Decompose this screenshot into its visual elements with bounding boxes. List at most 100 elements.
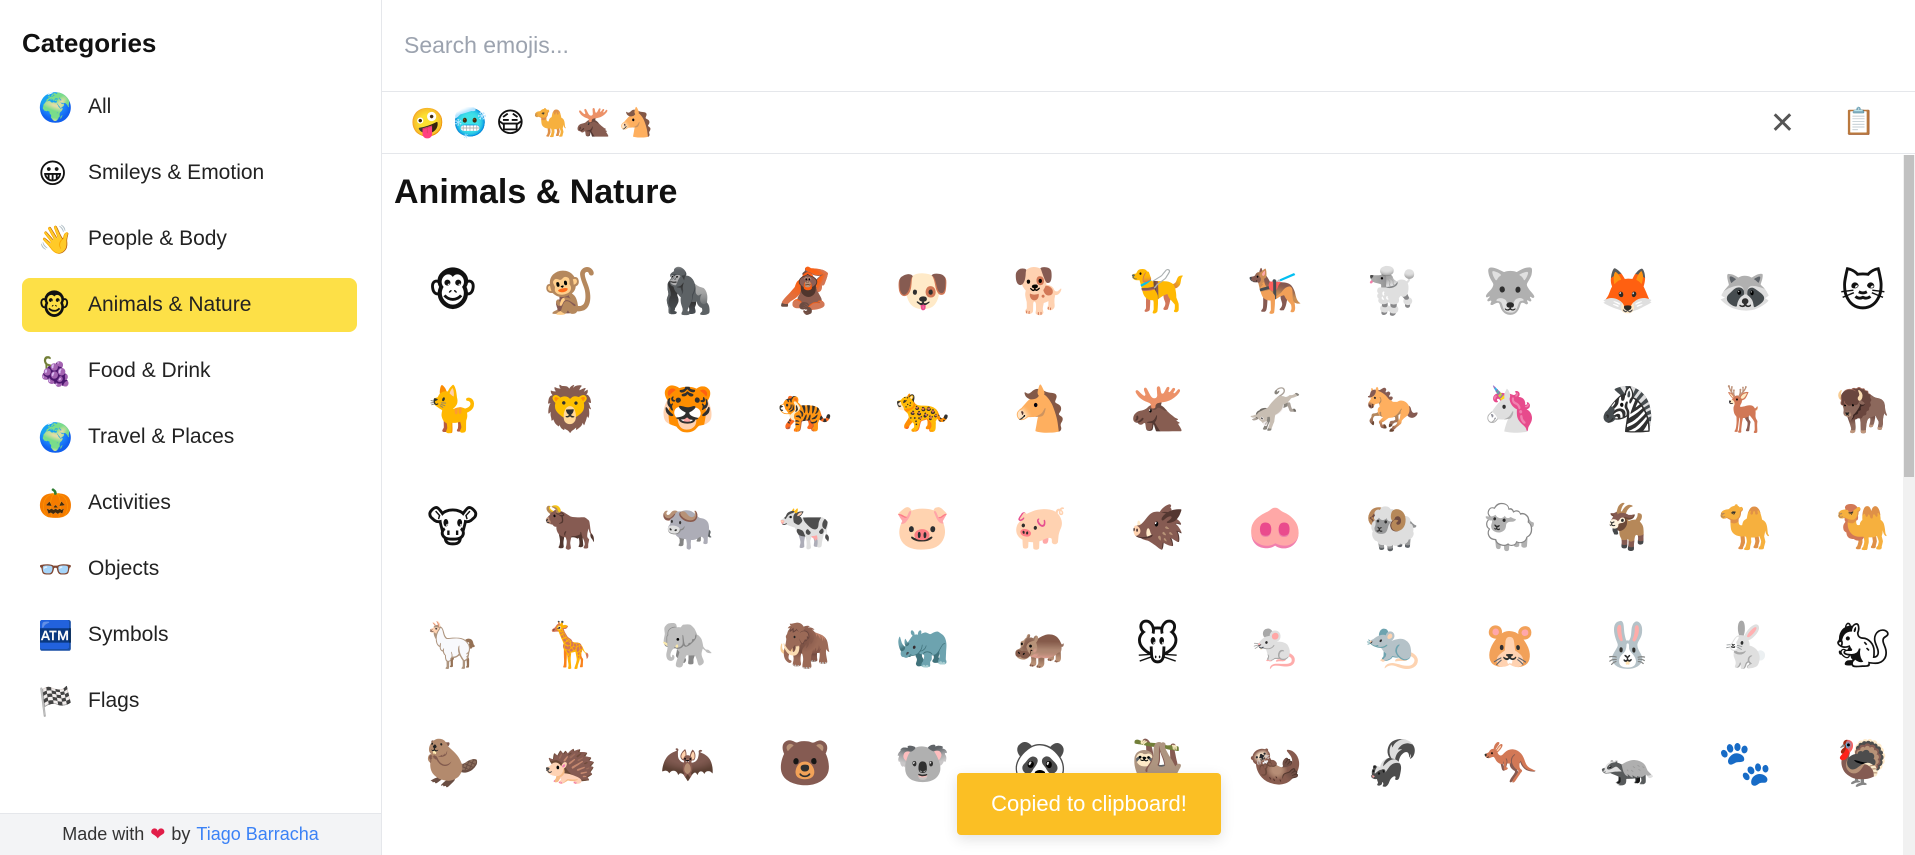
footer-made-with: Made with xyxy=(62,824,145,844)
selected-emoji[interactable]: 🫎 xyxy=(576,106,611,139)
emoji-cell[interactable]: 🐀 xyxy=(1334,586,1452,704)
sidebar-item-activities[interactable]: 🎃 Activities xyxy=(22,476,357,530)
emoji-cell[interactable]: 🦨 xyxy=(1334,704,1452,822)
sidebar-item-flags[interactable]: 🏁 Flags xyxy=(22,674,357,728)
emoji-cell[interactable]: 🐩 xyxy=(1334,232,1452,350)
emoji-cell[interactable]: 🐴 xyxy=(982,350,1100,468)
emoji-cell[interactable]: 🐐 xyxy=(1569,468,1687,586)
emoji-cell[interactable]: 🐕‍🦺 xyxy=(1217,232,1335,350)
emoji-cell[interactable]: 🫏 xyxy=(1217,350,1335,468)
scrollbar-thumb[interactable] xyxy=(1904,155,1914,477)
sidebar-item-label: Animals & Nature xyxy=(88,293,252,316)
scrollbar[interactable] xyxy=(1903,155,1915,855)
emoji-cell[interactable]: 🐒 xyxy=(512,232,630,350)
sidebar-item-label: People & Body xyxy=(88,227,227,250)
selected-emoji[interactable]: 🐪 xyxy=(533,106,568,139)
checkered-flag-icon: 🏁 xyxy=(38,684,73,718)
sidebar-item-people-body[interactable]: 👋 People & Body xyxy=(22,212,357,266)
grapes-icon: 🍇 xyxy=(38,354,73,388)
emoji-cell[interactable]: 🐹 xyxy=(1452,586,1570,704)
emoji-cell[interactable]: 🐾 xyxy=(1687,704,1805,822)
emoji-cell[interactable]: 🦧 xyxy=(747,232,865,350)
emoji-cell[interactable]: 🦄 xyxy=(1452,350,1570,468)
emoji-cell[interactable]: 🐂 xyxy=(512,468,630,586)
sidebar-item-smileys-emotion[interactable]: 😀 Smileys & Emotion xyxy=(22,146,357,200)
emoji-cell[interactable]: 🐯 xyxy=(629,350,747,468)
sidebar-title: Categories xyxy=(22,28,157,58)
emoji-cell[interactable]: 🦔 xyxy=(512,704,630,822)
atm-icon: 🏧 xyxy=(38,618,73,652)
jack-o-lantern-icon: 🎃 xyxy=(38,486,73,520)
emoji-cell[interactable]: 🦊 xyxy=(1569,232,1687,350)
emoji-cell[interactable]: 🦙 xyxy=(394,586,512,704)
app-root: Categories 🌍 All 😀 Smileys & Emotion 👋 People… xyxy=(0,0,1915,855)
emoji-cell[interactable]: 🐭 xyxy=(1099,586,1217,704)
emoji-cell[interactable]: 🐷 xyxy=(864,468,982,586)
emoji-cell[interactable]: 🦡 xyxy=(1569,704,1687,822)
emoji-cell[interactable]: 🦝 xyxy=(1687,232,1805,350)
emoji-cell[interactable]: 🦦 xyxy=(1217,704,1335,822)
sidebar-item-objects[interactable]: 👓 Objects xyxy=(22,542,357,596)
close-icon[interactable]: ✕ xyxy=(1770,106,1795,141)
emoji-cell[interactable]: 🦌 xyxy=(1687,350,1805,468)
emoji-content: Animals & Nature 🐵 🐒 🦍 🦧 🐶 🐕 🦮 🐕‍🦺 🐩 🐺 🦊 🦝 🐱 🐈 🦁 🐯 🐅 🐆 🐴 🫎 🫏… xyxy=(382,155,1915,855)
emoji-cell[interactable]: 🦫 xyxy=(394,704,512,822)
emoji-cell[interactable]: 🐎 xyxy=(1334,350,1452,468)
emoji-cell[interactable]: 🐏 xyxy=(1334,468,1452,586)
emoji-cell[interactable]: 🐰 xyxy=(1569,586,1687,704)
emoji-cell[interactable]: 🐻 xyxy=(747,704,865,822)
emoji-cell[interactable]: 🐿 xyxy=(1804,586,1915,704)
footer-by: by xyxy=(171,824,191,844)
selected-emoji[interactable]: 😷 xyxy=(496,106,525,139)
search-input[interactable] xyxy=(404,32,1915,59)
emoji-cell[interactable]: 🦘 xyxy=(1452,704,1570,822)
emoji-cell[interactable]: 🐱 xyxy=(1804,232,1915,350)
emoji-cell[interactable]: 🐪 xyxy=(1687,468,1805,586)
sidebar-item-food-drink[interactable]: 🍇 Food & Drink xyxy=(22,344,357,398)
category-list: 🌍 All 😀 Smileys & Emotion 👋 People & Body 🐵 Ani… xyxy=(0,80,381,728)
emoji-cell[interactable]: 🐶 xyxy=(864,232,982,350)
emoji-cell[interactable]: 🦬 xyxy=(1804,350,1915,468)
emoji-cell[interactable]: 🐺 xyxy=(1452,232,1570,350)
sidebar-item-all[interactable]: 🌍 All xyxy=(22,80,357,134)
emoji-cell[interactable]: 🦓 xyxy=(1569,350,1687,468)
selected-emoji[interactable]: 🐴 xyxy=(619,106,654,139)
sidebar-item-travel-places[interactable]: 🌍 Travel & Places xyxy=(22,410,357,464)
emoji-cell[interactable]: 🦛 xyxy=(982,586,1100,704)
emoji-cell[interactable]: 🦏 xyxy=(864,586,982,704)
sidebar-item-label: Flags xyxy=(88,689,140,712)
sidebar-item-symbols[interactable]: 🏧 Symbols xyxy=(22,608,357,662)
emoji-cell[interactable]: 🐫 xyxy=(1804,468,1915,586)
emoji-cell[interactable]: 🦃 xyxy=(1804,704,1915,822)
emoji-cell[interactable]: 🐘 xyxy=(629,586,747,704)
emoji-cell[interactable]: 🐖 xyxy=(982,468,1100,586)
emoji-cell[interactable]: 🐕 xyxy=(982,232,1100,350)
selected-emoji[interactable]: 🤪 xyxy=(410,106,445,139)
globe-icon: 🌍 xyxy=(38,420,73,454)
emoji-cell[interactable]: 🐅 xyxy=(747,350,865,468)
emoji-cell[interactable]: 🦇 xyxy=(629,704,747,822)
emoji-cell[interactable]: 🫎 xyxy=(1099,350,1217,468)
emoji-cell[interactable]: 🦒 xyxy=(512,586,630,704)
emoji-cell[interactable]: 🐃 xyxy=(629,468,747,586)
emoji-cell[interactable]: 🐑 xyxy=(1452,468,1570,586)
selected-emoji[interactable]: 🥶 xyxy=(453,106,488,139)
emoji-cell[interactable]: 🦍 xyxy=(629,232,747,350)
author-link[interactable]: Tiago Barracha xyxy=(196,824,318,845)
emoji-cell[interactable]: 🐁 xyxy=(1217,586,1335,704)
emoji-cell[interactable]: 🐗 xyxy=(1099,468,1217,586)
emoji-cell[interactable]: 🦁 xyxy=(512,350,630,468)
emoji-cell[interactable]: 🦮 xyxy=(1099,232,1217,350)
toast-notification: Copied to clipboard! xyxy=(957,773,1221,835)
emoji-cell[interactable]: 🐮 xyxy=(394,468,512,586)
clipboard-icon[interactable]: 📋 xyxy=(1843,106,1875,137)
heart-icon: ❤ xyxy=(150,824,166,844)
emoji-cell[interactable]: 🐆 xyxy=(864,350,982,468)
emoji-cell[interactable]: 🐵 xyxy=(394,232,512,350)
emoji-cell[interactable]: 🦣 xyxy=(747,586,865,704)
emoji-cell[interactable]: 🐇 xyxy=(1687,586,1805,704)
emoji-cell[interactable]: 🐄 xyxy=(747,468,865,586)
emoji-cell[interactable]: 🐽 xyxy=(1217,468,1335,586)
sidebar-item-animals-nature[interactable]: 🐵 Animals & Nature xyxy=(22,278,357,332)
emoji-cell[interactable]: 🐈 xyxy=(394,350,512,468)
